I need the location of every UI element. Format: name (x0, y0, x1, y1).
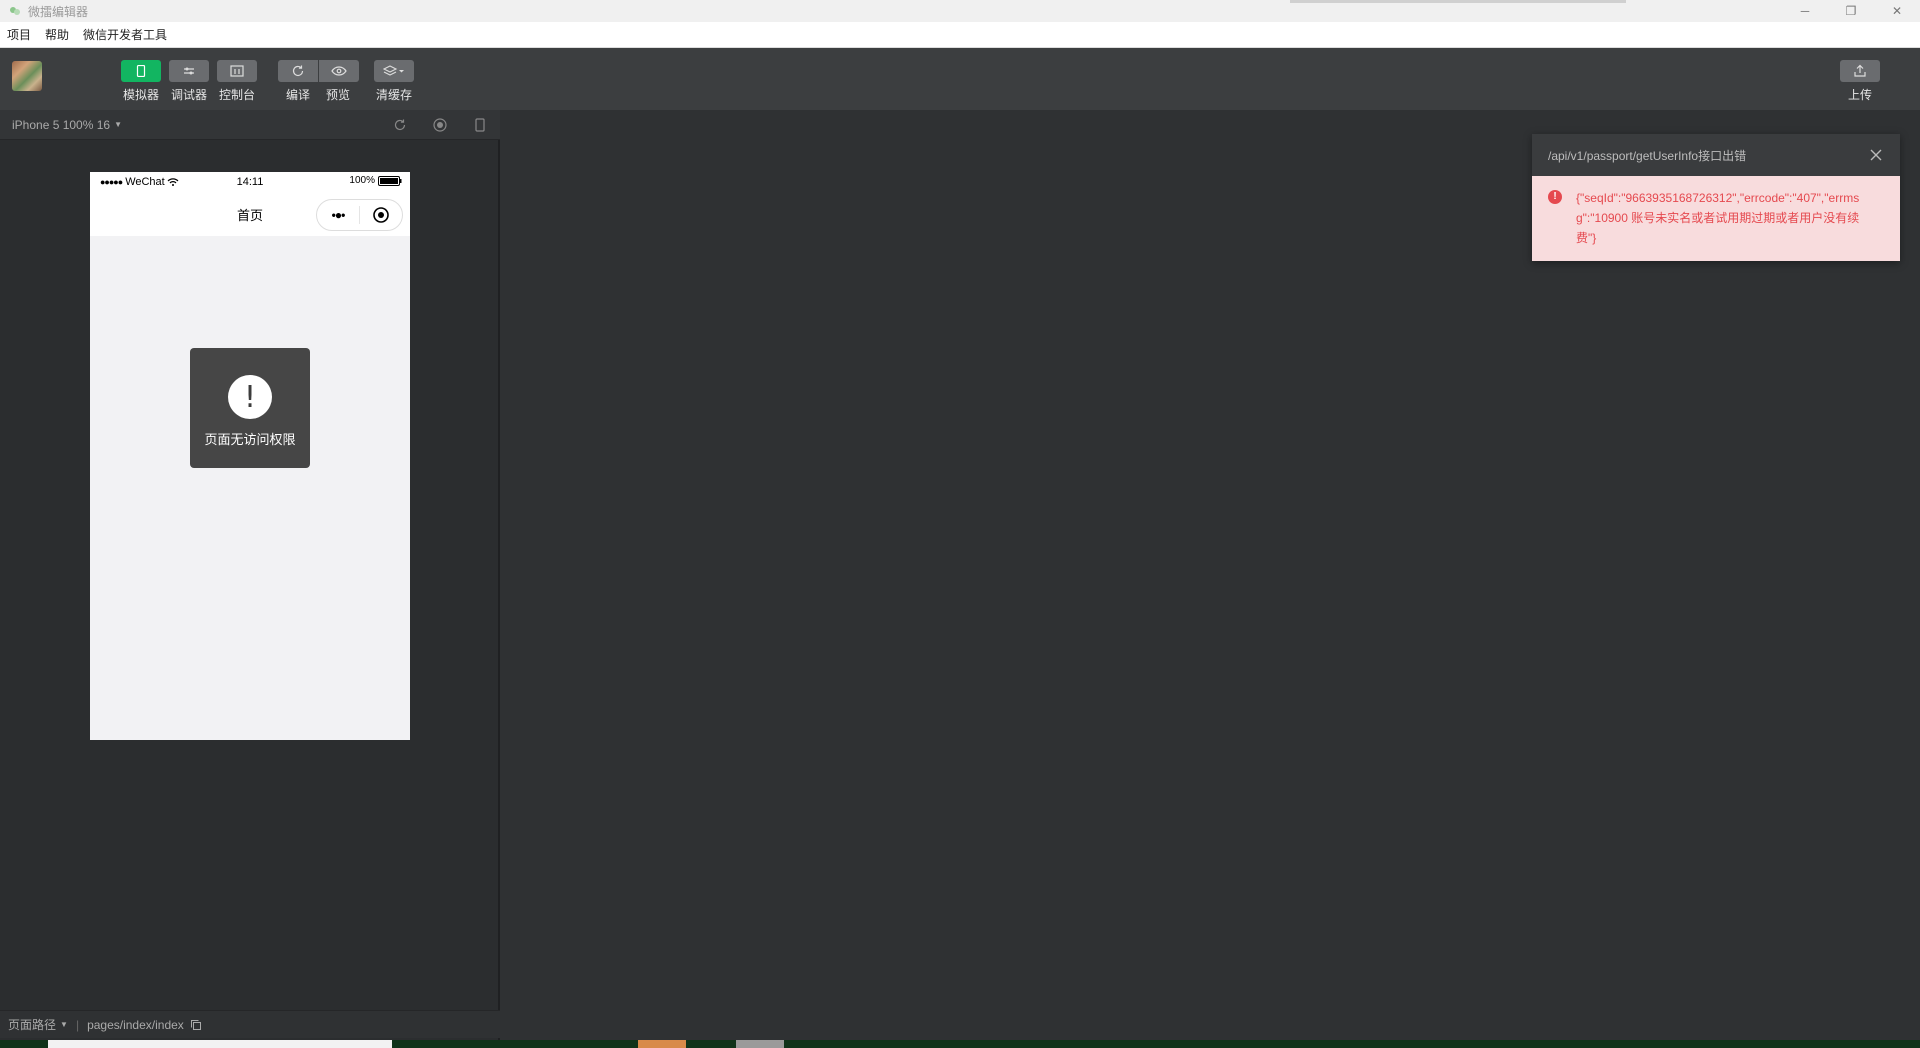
debugger-button[interactable] (169, 60, 209, 82)
error-toast: ! 页面无访问权限 (190, 348, 310, 468)
upload-tool[interactable]: 上传 (1840, 60, 1880, 103)
menu-item-project[interactable]: 项目 (0, 22, 38, 48)
title-bar: 微擂编辑器 ─ ❐ ✕ (0, 0, 1920, 22)
page-path-label[interactable]: 页面路径 (8, 1016, 56, 1033)
upload-icon (1854, 64, 1866, 77)
compile-label: 编译 (286, 88, 311, 102)
code-icon (184, 67, 194, 75)
preview-label: 预览 (326, 88, 351, 102)
taskbar-item[interactable] (48, 1040, 392, 1048)
app-icon (8, 4, 22, 18)
device-selector[interactable]: iPhone 5 100% 16 (12, 118, 110, 132)
minimize-button[interactable]: ─ (1782, 0, 1828, 22)
window-shadow-strip (1290, 0, 1626, 3)
warning-icon: ! (228, 375, 272, 419)
toolbar: 模拟器 调试器 控制台 编译 预览 清缓存 上传 (0, 48, 1920, 110)
simulator-tool[interactable]: 模拟器 (121, 60, 161, 103)
page-path-bar: 页面路径 ▼ | pages/index/index (0, 1010, 500, 1038)
restore-button[interactable]: ❐ (1828, 0, 1874, 22)
copy-icon[interactable] (190, 1019, 202, 1031)
debugger-tool[interactable]: 调试器 (169, 60, 209, 103)
capsule-menu: •●• (316, 199, 403, 231)
clear-cache-button[interactable] (374, 60, 414, 82)
error-icon: ! (1548, 190, 1562, 204)
clear-cache-tool[interactable]: 清缓存 (374, 60, 414, 103)
battery-percent: 100% (349, 175, 375, 186)
upload-button[interactable] (1840, 60, 1880, 82)
chevron-down-icon[interactable]: ▼ (114, 120, 122, 129)
battery-indicator: 100% (349, 175, 402, 186)
error-notification: /api/v1/passport/getUserInfo接口出错 ! {"seq… (1532, 134, 1900, 261)
more-button[interactable]: •●• (317, 208, 359, 222)
taskbar-item[interactable] (638, 1040, 686, 1048)
taskbar (0, 1040, 1920, 1048)
console-tool[interactable]: 控制台 (217, 60, 257, 103)
simulator-header-icons (380, 110, 500, 140)
target-icon (373, 207, 389, 223)
phone-status-bar: ●●●●● WeChat 14:11 100% (90, 172, 410, 192)
toast-message: 页面无访问权限 (204, 432, 296, 447)
compile-preview-group (278, 60, 359, 82)
simulator-button[interactable] (121, 60, 161, 82)
chevron-down-icon[interactable]: ▼ (60, 1020, 68, 1029)
simulator-label: 模拟器 (122, 88, 159, 102)
page-path-value: pages/index/index (87, 1017, 184, 1032)
separator: | (75, 1017, 80, 1032)
close-miniprogram-button[interactable] (360, 206, 402, 224)
compile-button[interactable] (278, 60, 318, 82)
nav-bar: 首页 •●• (90, 192, 410, 236)
nav-title: 首页 (236, 207, 263, 223)
clear-cache-label: 清缓存 (375, 88, 412, 102)
close-icon[interactable] (1868, 147, 1884, 163)
console-button[interactable] (217, 60, 257, 82)
upload-label: 上传 (1847, 88, 1872, 102)
console-label: 控制台 (218, 88, 255, 102)
menu-item-devtools[interactable]: 微信开发者工具 (76, 22, 174, 48)
window-title: 微擂编辑器 (28, 4, 89, 19)
preview-button[interactable] (319, 60, 359, 82)
battery-icon (378, 175, 402, 186)
debugger-label: 调试器 (170, 88, 207, 102)
more-icon: •●• (331, 208, 346, 222)
panel-icon (230, 65, 244, 77)
menu-item-help[interactable]: 帮助 (38, 22, 76, 48)
rotate-icon[interactable] (380, 118, 420, 132)
phone-icon (136, 65, 146, 77)
refresh-icon (292, 65, 304, 77)
close-button[interactable]: ✕ (1874, 0, 1920, 22)
window-controls: ─ ❐ ✕ (1782, 0, 1920, 22)
avatar[interactable] (12, 61, 42, 91)
simulator-header: iPhone 5 100% 16 ▼ (0, 110, 500, 140)
simulator-panel: iPhone 5 100% 16 ▼ ●●●●● WeChat 14:11 10… (0, 110, 500, 1040)
eye-icon (331, 66, 347, 76)
taskbar-item[interactable] (736, 1040, 784, 1048)
record-icon[interactable] (420, 118, 460, 132)
notification-message: {"seqId":"9663935168726312","errcode":"4… (1576, 191, 1860, 245)
notification-title: /api/v1/passport/getUserInfo接口出错 (1548, 148, 1747, 163)
menu-bar: 项目 帮助 微信开发者工具 (0, 22, 1920, 48)
layers-icon (383, 65, 404, 76)
phone-screen: ●●●●● WeChat 14:11 100% 首页 •●• ! 页面无访问权限 (90, 172, 410, 740)
notification-header: /api/v1/passport/getUserInfo接口出错 (1532, 134, 1900, 176)
notification-body: ! {"seqId":"9663935168726312","errcode":… (1532, 176, 1900, 261)
device-frame-icon[interactable] (460, 118, 500, 132)
